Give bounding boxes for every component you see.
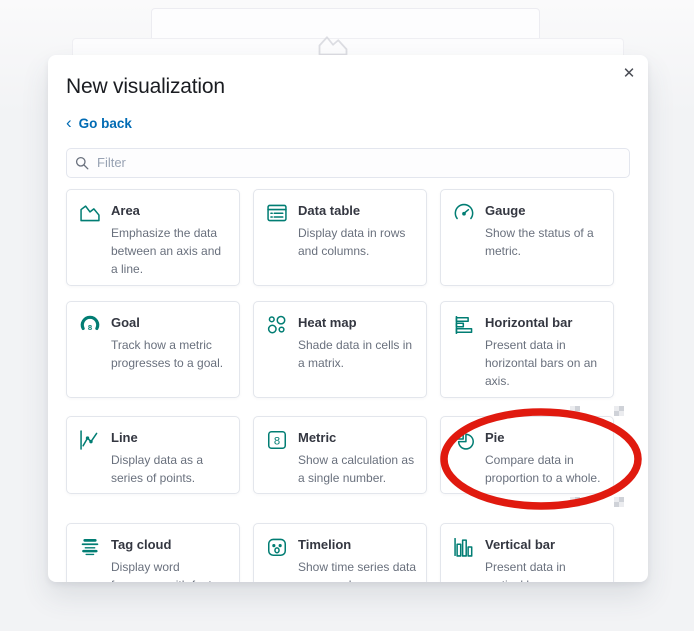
card-description: Compare data in proportion to a whole. bbox=[485, 452, 601, 485]
card-description: Show time series data on a graph. bbox=[298, 559, 417, 583]
card-description: Show a calculation as a single number. bbox=[298, 452, 415, 485]
annotation-handle bbox=[614, 497, 624, 507]
go-back-link[interactable]: ‹ Go back bbox=[66, 112, 132, 132]
metric-icon: 8 bbox=[267, 430, 287, 449]
card-description: Display data as a series of points. bbox=[111, 452, 204, 485]
vis-type-card-vertical-bar[interactable]: Vertical bar Present data in vertical ba… bbox=[440, 522, 614, 583]
card-description: Present data in horizontal bars on an ax… bbox=[485, 337, 598, 388]
vis-type-card-data-table[interactable]: Data table Display data in rows and colu… bbox=[253, 188, 427, 286]
tag-cloud-icon bbox=[81, 538, 99, 555]
card-title: Horizontal bar bbox=[485, 314, 573, 330]
card-title: Line bbox=[111, 429, 138, 445]
new-visualization-modal: ✕ New visualization ‹ Go back Area Empha… bbox=[48, 55, 648, 582]
vis-type-card-goal[interactable]: 8 Goal Track how a metric progresses to … bbox=[66, 300, 240, 398]
card-title: Goal bbox=[111, 314, 140, 330]
pie-chart-icon bbox=[454, 430, 474, 450]
vis-type-card-horizontal-bar[interactable]: Horizontal bar Present data in horizonta… bbox=[440, 300, 614, 398]
area-chart-icon bbox=[80, 204, 100, 221]
filter-input[interactable] bbox=[66, 147, 630, 178]
metric-number: 8 bbox=[274, 435, 280, 447]
data-table-icon bbox=[267, 204, 287, 221]
card-title: Metric bbox=[298, 429, 337, 445]
card-description: Display word frequency with font size. bbox=[111, 559, 212, 583]
line-chart-icon bbox=[80, 429, 98, 450]
close-icon[interactable]: ✕ bbox=[618, 63, 640, 85]
card-title: Data table bbox=[298, 202, 361, 218]
visualization-type-grid: Area Emphasize the data between an axis … bbox=[66, 188, 630, 583]
card-description: Track how a metric progresses to a goal. bbox=[111, 337, 224, 370]
filter-field bbox=[66, 147, 630, 178]
card-description: Emphasize the data between an axis and a… bbox=[111, 225, 222, 276]
horizontal-bar-icon bbox=[455, 315, 473, 334]
goal-number: 8 bbox=[88, 322, 93, 331]
card-title: Heat map bbox=[298, 314, 357, 330]
goal-icon: 8 bbox=[80, 315, 100, 331]
search-icon bbox=[75, 156, 89, 169]
card-description: Present data in vertical bars on an axis… bbox=[485, 559, 583, 583]
page-title: New visualization bbox=[66, 75, 225, 98]
vis-type-card-tag-cloud[interactable]: Tag cloud Display word frequency with fo… bbox=[66, 522, 240, 583]
vis-type-card-area[interactable]: Area Emphasize the data between an axis … bbox=[66, 188, 240, 286]
card-title: Timelion bbox=[298, 536, 352, 552]
vis-type-card-heat-map[interactable]: Heat map Shade data in cells in a matrix… bbox=[253, 300, 427, 398]
card-title: Area bbox=[111, 202, 140, 218]
card-description: Shade data in cells in a matrix. bbox=[298, 337, 413, 370]
heat-map-icon bbox=[267, 315, 286, 333]
go-back-label: Go back bbox=[78, 116, 132, 131]
faint-area-chart-icon bbox=[318, 36, 348, 56]
card-description: Display data in rows and columns. bbox=[298, 225, 406, 258]
annotation-handle bbox=[570, 497, 580, 507]
timelion-icon bbox=[267, 538, 287, 556]
vis-type-card-metric[interactable]: 8 Metric Show a calculation as a single … bbox=[253, 415, 427, 494]
vertical-bar-icon bbox=[454, 537, 473, 557]
card-title: Pie bbox=[485, 429, 505, 445]
card-title: Tag cloud bbox=[111, 536, 172, 552]
card-title: Gauge bbox=[485, 202, 526, 218]
card-description: Show the status of a metric. bbox=[485, 225, 594, 258]
chevron-left-icon: ‹ bbox=[66, 112, 72, 132]
gauge-icon bbox=[454, 203, 474, 219]
vis-type-card-gauge[interactable]: Gauge Show the status of a metric. bbox=[440, 188, 614, 286]
vis-type-card-timelion[interactable]: Timelion Show time series data on a grap… bbox=[253, 522, 427, 583]
vis-type-card-line[interactable]: Line Display data as a series of points. bbox=[66, 415, 240, 494]
annotation-handle bbox=[570, 406, 580, 416]
card-title: Vertical bar bbox=[485, 536, 556, 552]
annotation-handle bbox=[614, 406, 624, 416]
vis-type-card-pie[interactable]: Pie Compare data in proportion to a whol… bbox=[440, 415, 614, 494]
